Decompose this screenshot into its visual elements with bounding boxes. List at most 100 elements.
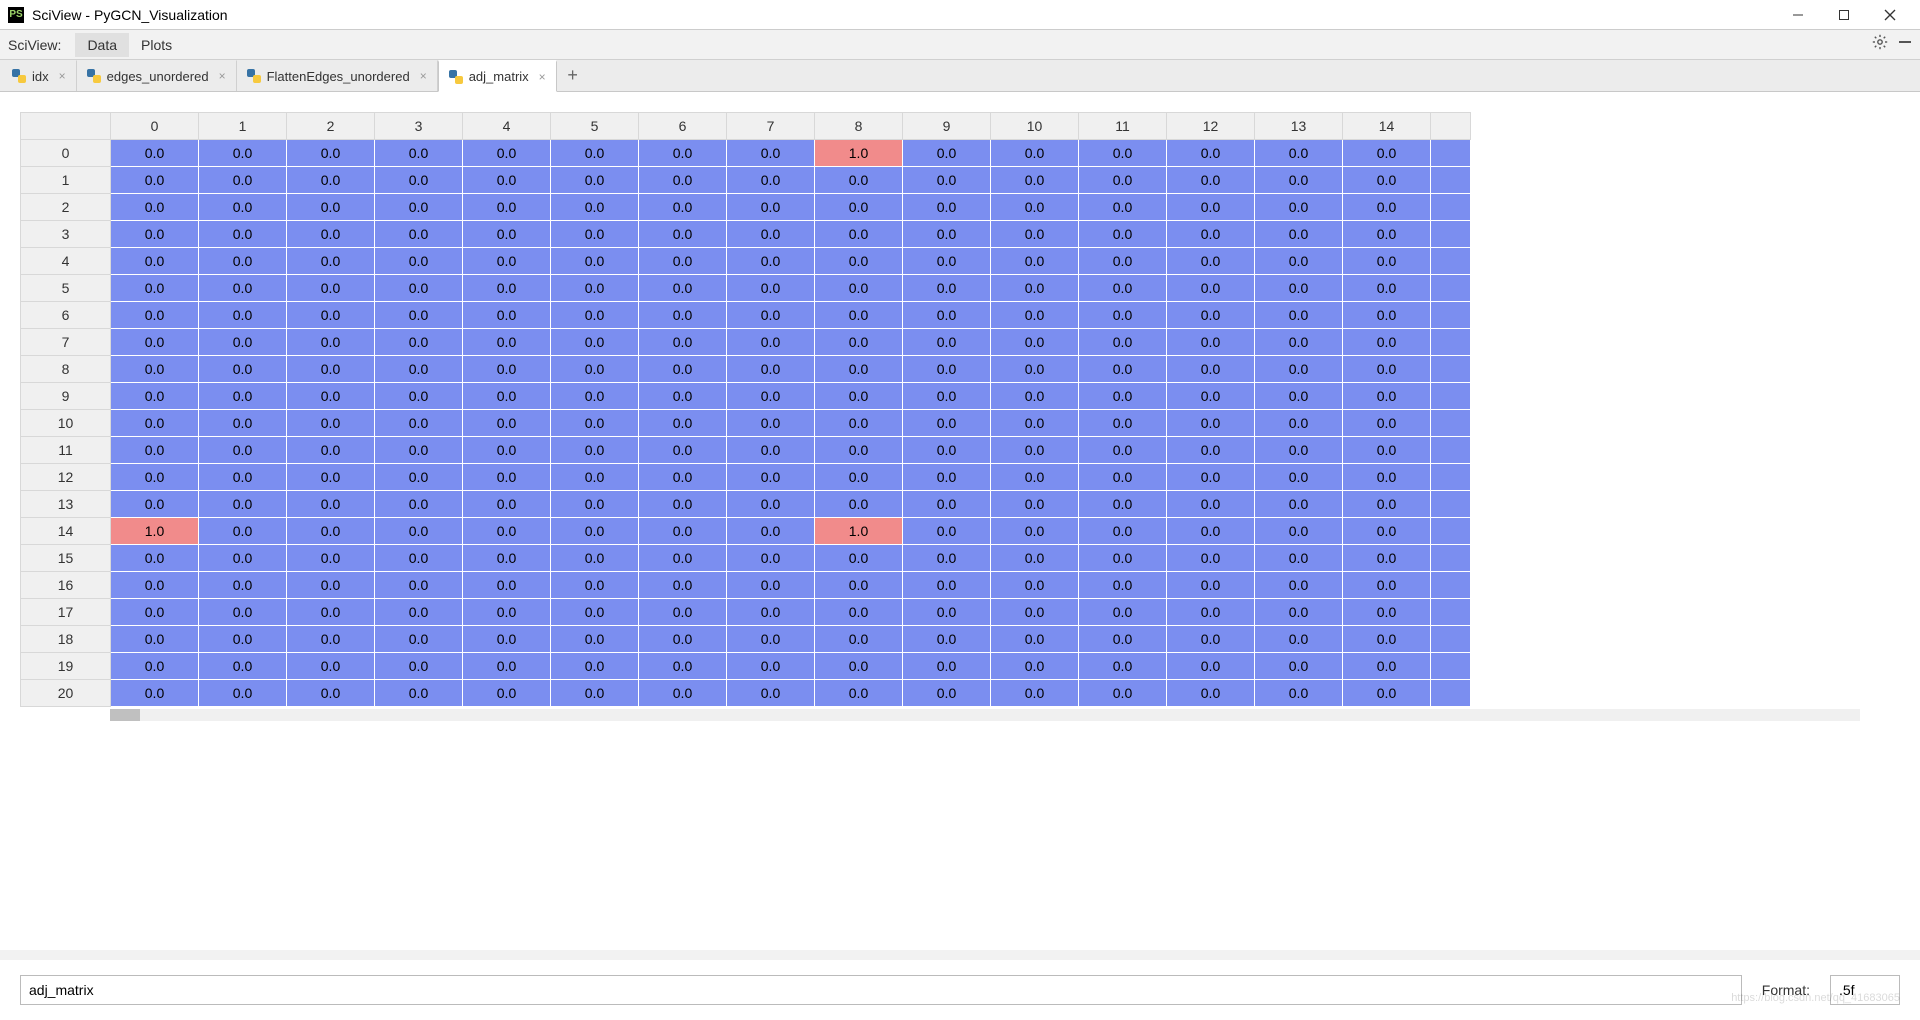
data-cell[interactable]: 0.0 [111,464,199,491]
row-header[interactable]: 17 [21,599,111,626]
data-cell[interactable]: 0.0 [1255,167,1343,194]
data-cell[interactable]: 0.0 [903,167,991,194]
data-cell[interactable]: 0.0 [991,221,1079,248]
data-cell[interactable]: 0.0 [727,572,815,599]
row-header[interactable]: 7 [21,329,111,356]
data-cell[interactable]: 0.0 [727,518,815,545]
data-cell[interactable]: 0.0 [1343,626,1431,653]
window-maximize-button[interactable] [1830,5,1858,25]
data-cell[interactable]: 0.0 [1079,572,1167,599]
data-cell[interactable]: 0.0 [463,680,551,707]
data-cell[interactable]: 0.0 [463,653,551,680]
data-cell[interactable]: 0.0 [639,572,727,599]
data-cell[interactable]: 0.0 [903,221,991,248]
data-cell[interactable]: 0.0 [991,626,1079,653]
data-cell[interactable]: 0.0 [1343,221,1431,248]
row-header[interactable]: 1 [21,167,111,194]
data-cell[interactable]: 0.0 [1167,464,1255,491]
data-cell[interactable]: 0.0 [375,167,463,194]
data-cell[interactable]: 1.0 [815,140,903,167]
data-cell[interactable]: 0.0 [639,545,727,572]
data-cell[interactable]: 0.0 [1343,437,1431,464]
data-cell[interactable]: 0.0 [1343,410,1431,437]
data-cell[interactable]: 1.0 [111,518,199,545]
data-cell[interactable]: 0.0 [1343,599,1431,626]
tab-close-button[interactable]: × [539,70,546,84]
data-cell[interactable]: 0.0 [375,383,463,410]
data-cell[interactable]: 0.0 [1167,248,1255,275]
data-cell[interactable]: 0.0 [991,437,1079,464]
data-cell[interactable]: 0.0 [1343,653,1431,680]
data-cell[interactable]: 0.0 [1255,275,1343,302]
data-cell[interactable]: 0.0 [463,221,551,248]
data-cell[interactable]: 0.0 [815,653,903,680]
data-cell[interactable]: 0.0 [1255,383,1343,410]
data-cell[interactable]: 0.0 [463,545,551,572]
data-cell[interactable]: 0.0 [991,194,1079,221]
data-cell[interactable]: 0.0 [111,626,199,653]
data-cell[interactable]: 0.0 [463,194,551,221]
data-cell[interactable]: 0.0 [1167,599,1255,626]
data-cell[interactable]: 0.0 [111,167,199,194]
data-cell[interactable]: 0.0 [991,356,1079,383]
data-cell[interactable]: 1.0 [815,518,903,545]
data-cell[interactable]: 0.0 [903,572,991,599]
data-cell[interactable]: 0.0 [375,680,463,707]
data-cell[interactable]: 0.0 [463,464,551,491]
data-cell[interactable]: 0.0 [463,140,551,167]
data-cell[interactable]: 0.0 [991,518,1079,545]
data-cell[interactable]: 0.0 [287,275,375,302]
horizontal-scrollbar[interactable] [110,709,1860,721]
data-cell[interactable]: 0.0 [199,437,287,464]
data-cell[interactable]: 0.0 [815,248,903,275]
data-cell[interactable]: 0.0 [815,464,903,491]
data-cell[interactable]: 0.0 [991,680,1079,707]
data-cell[interactable]: 0.0 [551,680,639,707]
data-cell[interactable]: 0.0 [1255,437,1343,464]
data-cell[interactable]: 0.0 [287,167,375,194]
data-cell[interactable]: 0.0 [199,518,287,545]
column-header[interactable]: 8 [815,113,903,140]
data-cell[interactable]: 0.0 [727,356,815,383]
data-cell[interactable]: 0.0 [1167,140,1255,167]
data-cell[interactable]: 0.0 [287,545,375,572]
data-cell[interactable]: 0.0 [1255,572,1343,599]
data-cell[interactable]: 0.0 [815,302,903,329]
data-cell[interactable]: 0.0 [1255,302,1343,329]
column-header[interactable]: 5 [551,113,639,140]
data-cell[interactable]: 0.0 [375,518,463,545]
data-cell[interactable]: 0.0 [727,437,815,464]
data-cell[interactable]: 0.0 [375,410,463,437]
row-header[interactable]: 9 [21,383,111,410]
tab-idx[interactable]: idx × [2,60,77,91]
column-header[interactable]: 2 [287,113,375,140]
data-cell[interactable]: 0.0 [463,410,551,437]
data-cell[interactable]: 0.0 [463,302,551,329]
data-cell[interactable]: 0.0 [727,140,815,167]
data-cell[interactable]: 0.0 [1255,464,1343,491]
data-cell[interactable]: 0.0 [199,464,287,491]
row-header[interactable]: 3 [21,221,111,248]
data-cell[interactable]: 0.0 [727,545,815,572]
data-cell[interactable]: 0.0 [1079,329,1167,356]
data-cell[interactable]: 0.0 [111,356,199,383]
variable-name-input[interactable] [20,975,1742,1005]
data-cell[interactable]: 0.0 [199,194,287,221]
data-cell[interactable]: 0.0 [199,167,287,194]
column-header[interactable]: 0 [111,113,199,140]
data-cell[interactable]: 0.0 [1079,167,1167,194]
data-cell[interactable]: 0.0 [815,572,903,599]
data-cell[interactable]: 0.0 [1167,221,1255,248]
data-cell[interactable]: 0.0 [551,599,639,626]
data-cell[interactable]: 0.0 [727,248,815,275]
data-cell[interactable]: 0.0 [1079,302,1167,329]
data-cell[interactable]: 0.0 [639,518,727,545]
data-cell[interactable]: 0.0 [463,356,551,383]
data-cell[interactable]: 0.0 [111,302,199,329]
data-cell[interactable]: 0.0 [903,383,991,410]
data-cell[interactable]: 0.0 [551,545,639,572]
column-header[interactable]: 6 [639,113,727,140]
data-cell[interactable]: 0.0 [1343,680,1431,707]
data-cell[interactable]: 0.0 [1079,680,1167,707]
toolbar-item-data[interactable]: Data [75,33,129,57]
